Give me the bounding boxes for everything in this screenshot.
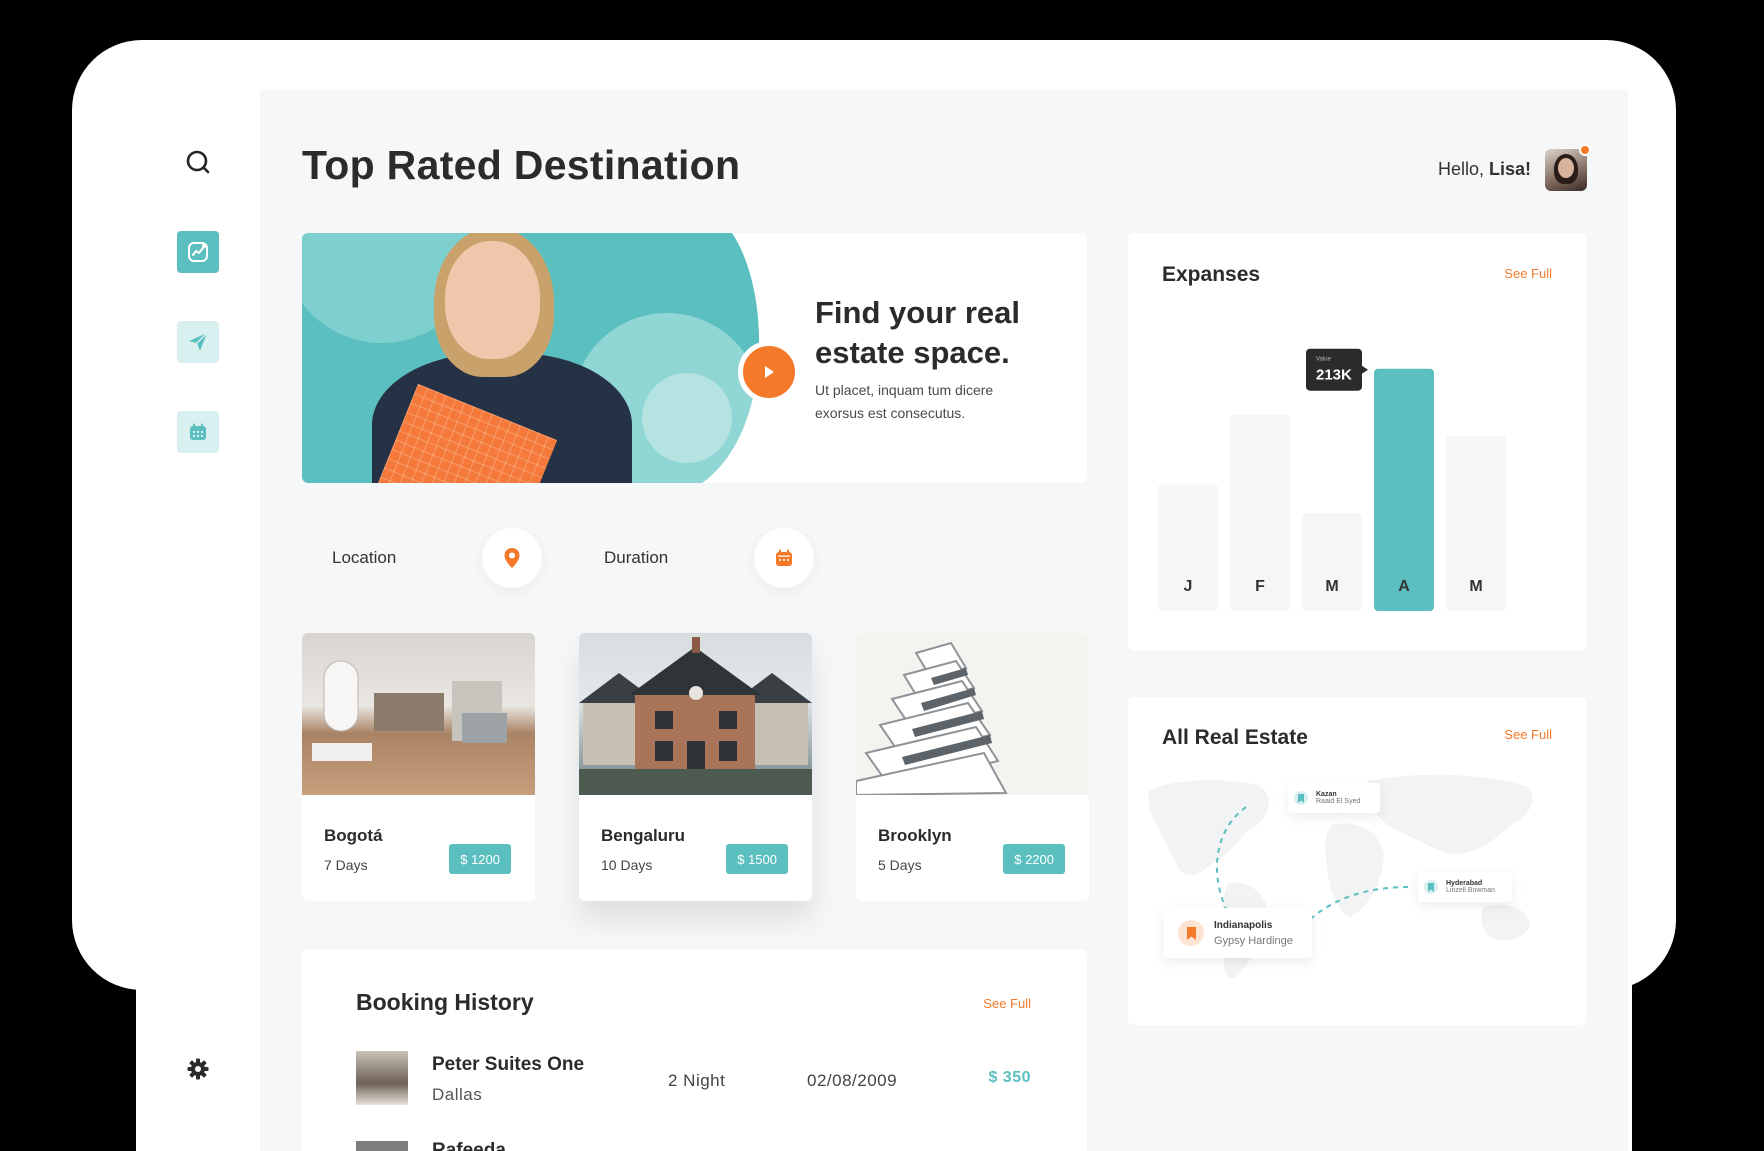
page-title: Top Rated Destination bbox=[302, 142, 741, 188]
property-card[interactable]: Bogotá 7 Days $ 1200 bbox=[302, 633, 535, 901]
pin-person: Raaid El Syed bbox=[1316, 798, 1361, 805]
greeting-prefix: Hello, bbox=[1437, 159, 1489, 179]
bar-label: M bbox=[1469, 578, 1482, 595]
bookmark-icon bbox=[1294, 791, 1308, 805]
bookmark-icon bbox=[1424, 880, 1438, 894]
user-name: Lisa! bbox=[1488, 159, 1531, 179]
property-name: Bogotá bbox=[324, 826, 383, 845]
hero-subtitle: Ut placet, inquam tum dicere exorsus est… bbox=[815, 382, 994, 421]
hero-title: Find your real estate space. bbox=[815, 295, 1020, 370]
sidebar-item-calendar[interactable] bbox=[177, 411, 219, 453]
hero-banner: Find your real estate space. Ut placet, … bbox=[302, 233, 1087, 483]
settings-button[interactable] bbox=[177, 1048, 219, 1090]
value-tooltip: Value 213K bbox=[1306, 348, 1368, 391]
bar-3[interactable] bbox=[1374, 368, 1434, 611]
map-pin-card[interactable]: Kazan Raaid El Syed bbox=[1288, 783, 1380, 813]
duration-filter[interactable]: Duration bbox=[574, 528, 814, 588]
property-duration: 10 Days bbox=[601, 857, 653, 873]
property-name: Brooklyn bbox=[878, 826, 952, 845]
bookmark-icon bbox=[1178, 920, 1204, 946]
greeting: Hello, Lisa! bbox=[1438, 159, 1531, 180]
location-filter[interactable]: Location bbox=[302, 528, 542, 588]
duration-button[interactable] bbox=[754, 528, 814, 588]
price-badge: $ 1200 bbox=[449, 844, 511, 874]
calendar-icon bbox=[776, 549, 792, 566]
world-map bbox=[1148, 774, 1533, 979]
property-card[interactable]: Bengaluru 10 Days $ 1500 bbox=[579, 633, 812, 901]
price-badge: $ 1500 bbox=[726, 844, 788, 874]
property-photo bbox=[579, 633, 812, 795]
property-card[interactable]: Brooklyn 5 Days $ 2200 bbox=[856, 633, 1089, 901]
bar-label: J bbox=[1184, 578, 1193, 595]
booking-history-title: Booking History bbox=[356, 989, 534, 1015]
bar-2[interactable] bbox=[1302, 512, 1362, 611]
property-photo bbox=[856, 633, 1089, 795]
notification-dot bbox=[1579, 144, 1591, 156]
booking-nights: 2 Night bbox=[668, 1071, 726, 1090]
search-icon bbox=[186, 150, 210, 174]
location-button[interactable] bbox=[482, 528, 542, 588]
price-badge: $ 2200 bbox=[1003, 844, 1065, 874]
pin-city: Kazan bbox=[1316, 791, 1337, 798]
play-icon bbox=[765, 366, 774, 378]
booking-thumbnail bbox=[356, 1051, 408, 1105]
property-duration: 7 Days bbox=[324, 857, 368, 873]
hero-image bbox=[302, 233, 762, 483]
bar-label: A bbox=[1398, 578, 1410, 595]
bar-label: M bbox=[1325, 578, 1338, 595]
map-pin-icon bbox=[504, 548, 520, 568]
property-name: Bengaluru bbox=[601, 826, 686, 845]
gear-icon bbox=[187, 1058, 209, 1080]
property-duration: 5 Days bbox=[878, 857, 922, 873]
booking-date: 02/08/2009 bbox=[807, 1071, 898, 1090]
real-estate-panel: All Real Estate See Full Kazan Raaid El … bbox=[1128, 697, 1586, 1025]
expenses-panel: Expanses See Full J F M A Value 213K M bbox=[1128, 233, 1586, 651]
map-pin-card[interactable]: Indianapolis Gypsy Hardinge bbox=[1164, 908, 1312, 958]
booking-city: Dallas bbox=[432, 1085, 483, 1104]
expenses-bar-chart: J F M A Value 213K M bbox=[1158, 348, 1506, 611]
sidebar-item-send[interactable] bbox=[177, 321, 219, 363]
tooltip-value: 213K bbox=[1316, 367, 1352, 384]
booking-history-panel: Booking History See Full Peter Suites On… bbox=[302, 949, 1087, 1151]
chart-icon bbox=[188, 242, 208, 262]
pin-city: Indianapolis bbox=[1214, 919, 1273, 931]
calendar-icon bbox=[190, 423, 206, 440]
booking-hotel-name: Rafeeda bbox=[432, 1141, 506, 1151]
pin-city: Hyderabad bbox=[1446, 880, 1483, 887]
booking-hotel-name: Peter Suites One bbox=[432, 1054, 585, 1075]
booking-thumbnail bbox=[356, 1141, 408, 1151]
search-button[interactable] bbox=[177, 141, 219, 183]
avatar[interactable] bbox=[1545, 149, 1587, 191]
map-pin-card[interactable]: Hyderabad Linzell Bowman bbox=[1418, 872, 1512, 902]
pin-person: Linzell Bowman bbox=[1446, 887, 1496, 894]
location-label: Location bbox=[332, 548, 397, 567]
sidebar-item-analytics[interactable] bbox=[177, 231, 219, 273]
property-photo bbox=[302, 633, 535, 795]
bar-label: F bbox=[1255, 578, 1265, 595]
booking-see-full-link[interactable]: See Full bbox=[983, 996, 1031, 1011]
duration-label: Duration bbox=[604, 548, 669, 567]
paper-plane-icon bbox=[189, 332, 208, 351]
play-button[interactable] bbox=[738, 341, 800, 403]
tooltip-label: Value bbox=[1316, 357, 1332, 363]
pin-person: Gypsy Hardinge bbox=[1214, 934, 1293, 947]
booking-price: $ 350 bbox=[988, 1069, 1031, 1086]
